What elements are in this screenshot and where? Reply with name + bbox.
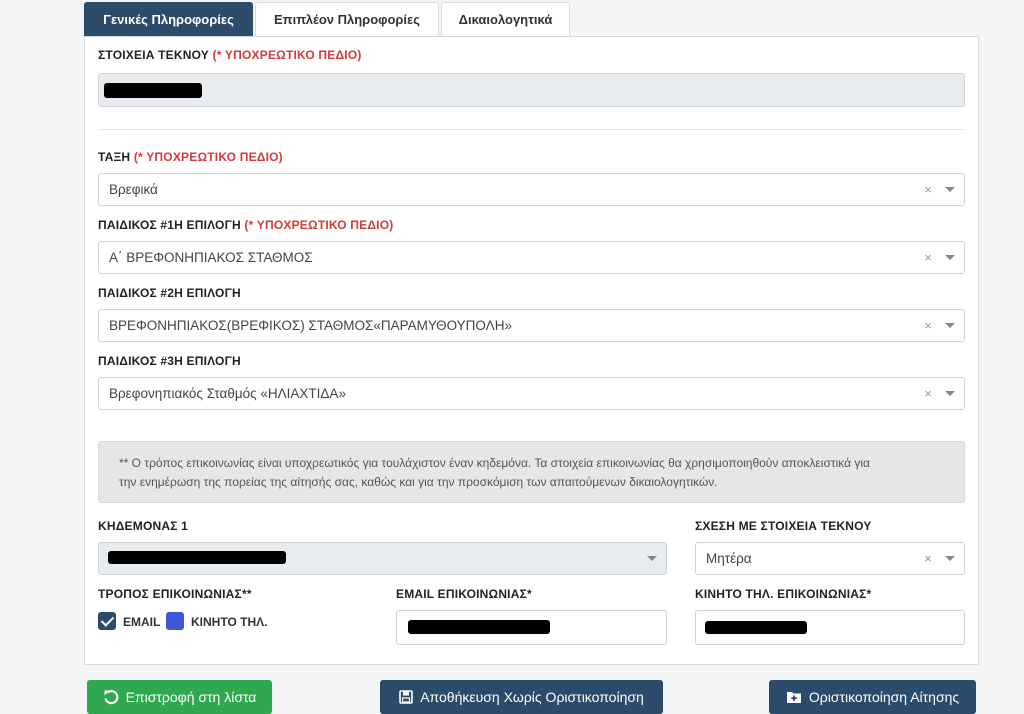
choice1-select-value: Α΄ ΒΡΕΦΟΝΗΠΙΑΚΟΣ ΣΤΑΘΜΟΣ [109, 250, 313, 265]
chevron-down-icon[interactable] [936, 187, 964, 192]
tab-additional-info[interactable]: Επιπλέον Πληροφορίες [255, 2, 439, 36]
clear-icon[interactable]: × [920, 386, 936, 401]
clear-icon[interactable]: × [920, 318, 936, 333]
choice3-label: ΠΑΙΔΙΚΟΣ #3Η ΕΠΙΛΟΓΗ [98, 354, 241, 368]
class-select-value: Βρεφικά [109, 182, 158, 197]
guardian-label: ΚΗΔΕΜΟΝΑΣ 1 [98, 519, 189, 533]
floppy-disk-icon [399, 690, 414, 704]
email-checkbox-label: EMAIL [123, 615, 161, 629]
choice2-label: ΠΑΙΔΙΚΟΣ #2Η ΕΠΙΛΟΓΗ [98, 286, 241, 300]
save-draft-label: Αποθήκευση Χωρίς Οριστικοποίηση [420, 689, 644, 705]
choice3-select[interactable]: Βρεφονηπιακός Σταθμός «ΗΛΙΑΧΤΙΔΑ» × [98, 377, 965, 410]
mobile-label: ΚΙΝΗΤΟ ΤΗΛ. ΕΠΙΚΟΙΝΩΝΙΑΣ* [695, 587, 872, 601]
chevron-down-icon[interactable] [936, 255, 964, 260]
choice2-label-text: ΠΑΙΔΙΚΟΣ #2Η ΕΠΙΛΟΓΗ [98, 286, 241, 300]
redaction-mark [108, 551, 286, 564]
required-marker: (* ΥΠΟΧΡΕΩΤΙΚΟ ΠΕΔΙΟ) [133, 150, 283, 164]
relation-select[interactable]: Μητέρα × [695, 542, 965, 575]
finalize-button[interactable]: Οριστικοποίηση Αίτησης [769, 680, 976, 714]
class-label-text: ΤΑΞΗ [98, 150, 131, 164]
mobile-checkbox-label: ΚΙΝΗΤΟ ΤΗΛ. [191, 615, 268, 629]
choice2-select[interactable]: ΒΡΕΦΟΝΗΠΙΑΚΟΣ(ΒΡΕΦΙΚΟΣ) ΣΤΑΘΜΟΣ«ΠΑΡΑΜΥΘΟ… [98, 309, 965, 342]
contact-method-label: ΤΡΟΠΟΣ ΕΠΙΚΟΙΝΩΝΙΑΣ** [98, 587, 252, 601]
save-draft-button[interactable]: Αποθήκευση Χωρίς Οριστικοποίηση [380, 680, 663, 714]
divider [98, 129, 965, 130]
child-label-text: ΣΤΟΙΧΕΙΑ ΤΕΚΝΟΥ [98, 48, 209, 62]
tab-general-info[interactable]: Γενικές Πληροφορίες [84, 2, 253, 36]
folder-plus-icon [786, 690, 802, 704]
choice1-label: ΠΑΙΔΙΚΟΣ #1Η ΕΠΙΛΟΓΗ (* ΥΠΟΧΡΕΩΤΙΚΟ ΠΕΔΙ… [98, 218, 393, 232]
choice1-select[interactable]: Α΄ ΒΡΕΦΟΝΗΠΙΑΚΟΣ ΣΤΑΘΜΟΣ × [98, 241, 965, 274]
redaction-mark [705, 621, 807, 634]
choice3-select-value: Βρεφονηπιακός Σταθμός «ΗΛΙΑΧΤΙΔΑ» [109, 386, 346, 401]
back-to-list-label: Επιστροφή στη λίστα [125, 689, 257, 705]
notice-line-2: την ενημέρωση της πορείας της αίτησής σα… [119, 475, 718, 489]
tab-documents[interactable]: Δικαιολογητικά [441, 2, 570, 36]
relation-select-value: Μητέρα [706, 551, 752, 566]
redaction-mark [104, 83, 202, 98]
child-field [98, 73, 965, 107]
relation-label: ΣΧΕΣΗ ΜΕ ΣΤΟΙΧΕΙΑ ΤΕΚΝΟΥ [695, 519, 872, 533]
chevron-down-icon[interactable] [936, 391, 964, 396]
contact-notice: ** Ο τρόπος επικοινωνίας είναι υποχρεωτι… [98, 441, 965, 503]
clear-icon[interactable]: × [920, 551, 936, 566]
chevron-down-icon[interactable] [638, 556, 666, 561]
child-label: ΣΤΟΙΧΕΙΑ ΤΕΚΝΟΥ (* ΥΠΟΧΡΕΩΤΙΚΟ ΠΕΔΙΟ) [98, 48, 362, 62]
chevron-down-icon[interactable] [936, 323, 964, 328]
choice3-label-text: ΠΑΙΔΙΚΟΣ #3Η ΕΠΙΛΟΓΗ [98, 354, 241, 368]
undo-icon [103, 689, 119, 705]
chevron-down-icon[interactable] [936, 556, 964, 561]
clear-icon[interactable]: × [920, 182, 936, 197]
finalize-label: Οριστικοποίηση Αίτησης [808, 689, 960, 705]
required-marker: (* ΥΠΟΧΡΕΩΤΙΚΟ ΠΕΔΙΟ) [212, 48, 362, 62]
required-marker: (* ΥΠΟΧΡΕΩΤΙΚΟ ΠΕΔΙΟ) [244, 218, 394, 232]
class-select[interactable]: Βρεφικά × [98, 173, 965, 206]
redaction-mark [408, 620, 550, 634]
notice-line-1: ** Ο τρόπος επικοινωνίας είναι υποχρεωτι… [119, 456, 870, 470]
mobile-checkbox[interactable] [166, 612, 184, 630]
email-checkbox[interactable] [98, 612, 116, 630]
clear-icon[interactable]: × [920, 250, 936, 265]
email-label: EMAIL ΕΠΙΚΟΙΝΩΝΙΑΣ* [396, 587, 532, 601]
choice2-select-value: ΒΡΕΦΟΝΗΠΙΑΚΟΣ(ΒΡΕΦΙΚΟΣ) ΣΤΑΘΜΟΣ«ΠΑΡΑΜΥΘΟ… [109, 318, 512, 333]
class-label: ΤΑΞΗ (* ΥΠΟΧΡΕΩΤΙΚΟ ΠΕΔΙΟ) [98, 150, 283, 164]
choice1-label-text: ΠΑΙΔΙΚΟΣ #1Η ΕΠΙΛΟΓΗ [98, 218, 241, 232]
back-to-list-button[interactable]: Επιστροφή στη λίστα [87, 680, 272, 714]
